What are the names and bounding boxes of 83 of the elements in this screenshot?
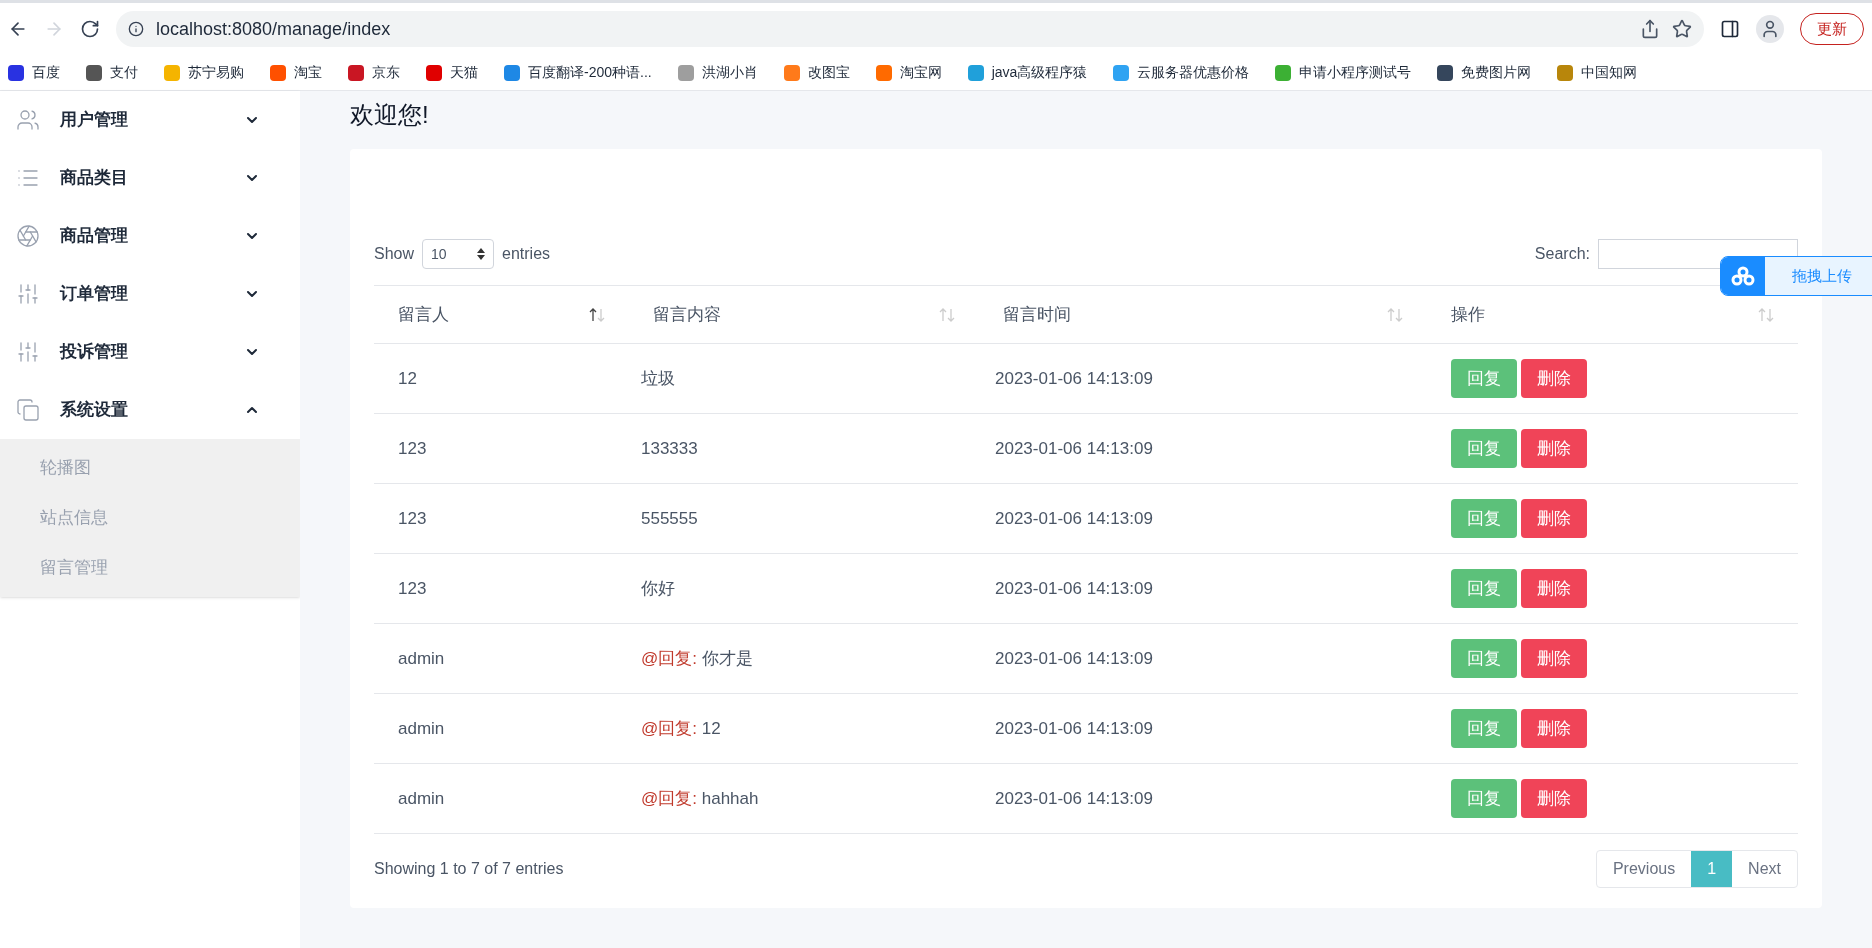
table-cell-text: 12	[398, 367, 417, 390]
page-title: 欢迎您!	[350, 100, 429, 130]
bookmark-link[interactable]: 百度翻译-200种语...	[528, 62, 652, 83]
menu-label: 商品类目	[60, 167, 129, 190]
sort-icon[interactable]	[589, 307, 605, 322]
bookmark-link[interactable]: 京东	[372, 62, 400, 83]
show-label: Show	[374, 244, 415, 264]
address-bar[interactable]: localhost:8080/manage/index	[116, 11, 1704, 47]
delete-button[interactable]: 删除	[1521, 779, 1587, 818]
menu-icon	[16, 108, 40, 132]
table-cell-text: 2023-01-06 14:13:09	[995, 437, 1153, 460]
sidebar-item[interactable]: 商品管理	[0, 207, 300, 265]
table-cell-text: 2023-01-06 14:13:09	[995, 577, 1153, 600]
menu-icon	[16, 224, 40, 248]
delete-button[interactable]: 删除	[1521, 359, 1587, 398]
page-button[interactable]: Previous	[1596, 851, 1692, 887]
menu-icon	[16, 398, 40, 422]
table-cell-text: 2023-01-06 14:13:09	[995, 717, 1153, 740]
delete-button[interactable]: 删除	[1521, 499, 1587, 538]
table-cell-text: 你好	[641, 577, 675, 600]
bookmark-link[interactable]: java高级程序猿	[991, 62, 1088, 83]
url-text: localhost:8080/manage/index	[156, 17, 391, 41]
sidebar-item[interactable]: 商品类目	[0, 149, 300, 207]
delete-button[interactable]: 删除	[1521, 429, 1587, 468]
page-button[interactable]: Next	[1732, 851, 1797, 887]
bookmark-link[interactable]: 天猫	[450, 62, 478, 83]
menu-label: 商品管理	[60, 225, 129, 248]
bookmark-link[interactable]: 苏宁易购	[188, 62, 244, 83]
table-cell-text: 123	[398, 437, 427, 460]
column-header[interactable]: 留言时间	[1003, 301, 1071, 328]
bookmark-link[interactable]: 云服务器优惠价格	[1137, 62, 1250, 83]
table-cell-text: @回复: 12	[641, 717, 721, 740]
table-cell-text: 2023-01-06 14:13:09	[995, 647, 1153, 670]
table-cell-text: 123	[398, 577, 427, 600]
sidebar-item[interactable]: 系统设置	[0, 381, 300, 439]
column-header[interactable]: 留言人	[398, 301, 449, 328]
sidebar-item[interactable]: 投诉管理	[0, 323, 300, 381]
entries-label: entries	[502, 244, 551, 264]
bookmark-link[interactable]: 中国知网	[1581, 62, 1638, 83]
delete-button[interactable]: 删除	[1521, 569, 1587, 608]
menu-label: 订单管理	[60, 283, 129, 306]
table-cell-text: admin	[398, 717, 445, 740]
table-cell-text: 2023-01-06 14:13:09	[995, 787, 1153, 810]
table-cell-text: 133333	[641, 437, 698, 460]
share-icon[interactable]	[1640, 19, 1660, 39]
column-header[interactable]: 留言内容	[653, 301, 721, 328]
table-cell-text: 555555	[641, 507, 698, 530]
bookmark-link[interactable]: 洪湖小肖	[701, 62, 758, 83]
sidebar-item[interactable]: 用户管理	[0, 91, 300, 149]
info-icon[interactable]	[128, 21, 144, 37]
cloud-icon	[1731, 266, 1755, 286]
table-cell-text: @回复: 你才是	[641, 647, 753, 670]
bookmark-link[interactable]: 支付	[110, 62, 138, 83]
table-cell-text: 2023-01-06 14:13:09	[995, 507, 1153, 530]
table-cell-text: 2023-01-06 14:13:09	[995, 367, 1153, 390]
column-header[interactable]: 操作	[1451, 301, 1485, 328]
bookmark-link[interactable]: 百度	[32, 62, 60, 83]
bookmark-link[interactable]: 改图宝	[807, 62, 850, 83]
delete-button[interactable]: 删除	[1521, 639, 1587, 678]
page-size-select[interactable]: 10	[422, 239, 495, 269]
sidebar-item[interactable]: 订单管理	[0, 265, 300, 323]
table-cell-text: admin	[398, 787, 445, 810]
stepper-icon	[477, 248, 486, 260]
menu-icon	[16, 282, 40, 306]
delete-button[interactable]: 删除	[1521, 709, 1587, 748]
bookmark-link[interactable]: 淘宝网	[899, 62, 942, 83]
bookmark-link[interactable]: 申请小程序测试号	[1299, 62, 1412, 83]
menu-label: 系统设置	[60, 399, 129, 422]
table-cell-text: @回复: hahhah	[641, 787, 759, 810]
table-cell-text: 123	[398, 507, 427, 530]
table-info: Showing 1 to 7 of 7 entries	[374, 859, 564, 879]
table-cell-text: 垃圾	[641, 367, 675, 390]
reload-icon[interactable]	[80, 19, 100, 39]
menu-label: 用户管理	[60, 109, 129, 132]
table-cell-text: admin	[398, 647, 445, 670]
bookmark-link[interactable]: 免费图片网	[1461, 62, 1532, 83]
menu-label: 投诉管理	[60, 341, 129, 364]
search-label: Search:	[1534, 244, 1590, 264]
side-panel-icon[interactable]	[1720, 19, 1740, 39]
bookmark-link[interactable]: 淘宝	[294, 62, 322, 83]
profile-icon[interactable]	[1756, 15, 1784, 43]
bookmark-star-icon[interactable]	[1672, 19, 1692, 39]
menu-icon	[16, 340, 40, 364]
